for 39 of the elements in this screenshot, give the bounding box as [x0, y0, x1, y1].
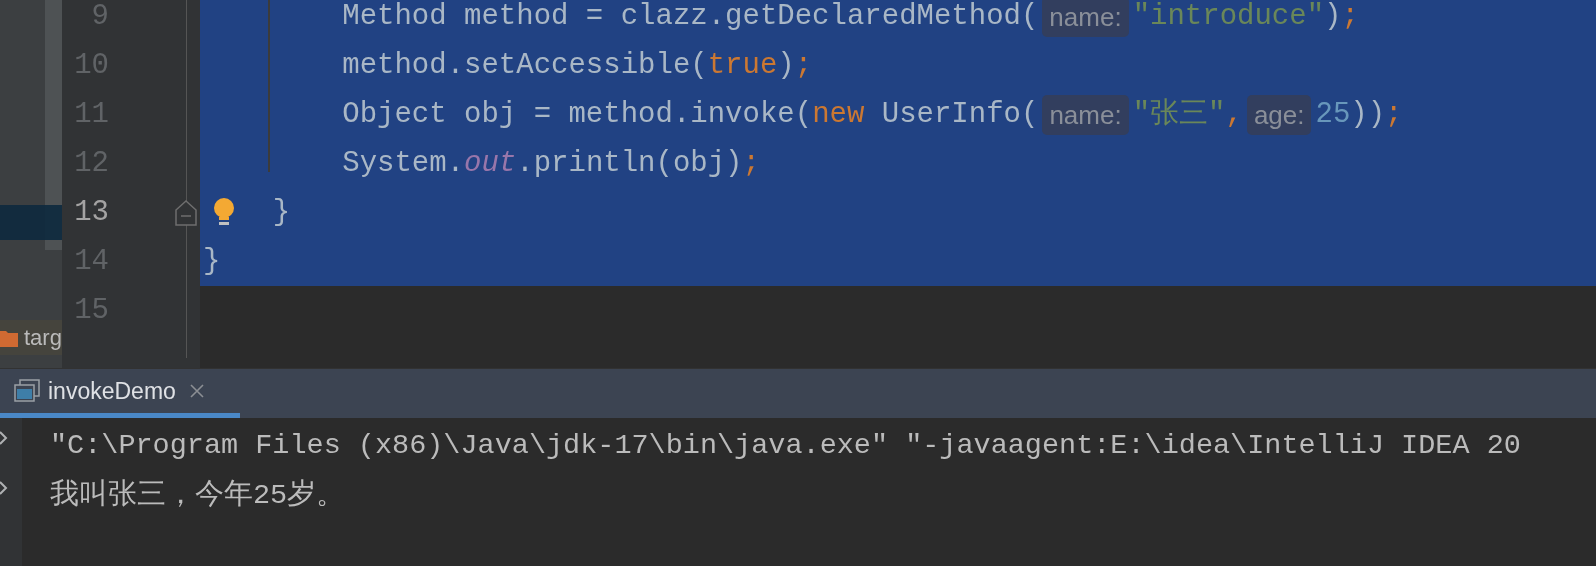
code-text: ;	[1341, 0, 1359, 35]
code-text: out	[464, 145, 517, 182]
code-text: method.setAccessible(	[342, 47, 708, 84]
code-text: true	[707, 47, 778, 84]
tab-label: invokeDemo	[48, 376, 176, 406]
tree-item-label: targ	[24, 324, 62, 352]
console-icon	[14, 379, 40, 403]
code-text: "张三"	[1132, 96, 1226, 133]
folder-icon	[0, 328, 18, 347]
code-text: System.	[342, 145, 465, 182]
tool-tab[interactable]: invokeDemo	[0, 369, 240, 418]
tree-item[interactable]: targ	[0, 320, 62, 355]
toolbar-icon[interactable]	[0, 480, 8, 496]
code-text: )	[1324, 0, 1342, 35]
toolbar-icon[interactable]	[0, 430, 8, 446]
lightbulb-icon[interactable]	[212, 197, 236, 227]
line-number: 13	[73, 195, 109, 231]
code-text: )	[777, 47, 795, 84]
code-text: ;	[794, 47, 813, 84]
code-text: 25	[1315, 96, 1351, 133]
code-text: "introduce"	[1132, 0, 1325, 35]
fold-icon[interactable]	[174, 200, 198, 226]
code-text: ;	[742, 145, 760, 182]
code-text: ))	[1350, 96, 1386, 133]
console-output: "C:\Program Files (x86)\Java\jdk-17\bin\java.exe" "-javaagent:E:\idea\IntelliJ IDEA 20	[50, 428, 1522, 464]
code-text: .println(obj)	[516, 145, 743, 182]
code-text: new	[812, 96, 865, 133]
code-text: }	[203, 243, 221, 280]
parameter-hint: name:	[1042, 0, 1129, 37]
parameter-hint: name:	[1042, 94, 1129, 135]
code-text: UserInfo(	[881, 96, 1039, 133]
code-text: Object obj = method.invoke(	[342, 96, 813, 133]
code-text: Method method = clazz.getDeclaredMethod(	[342, 0, 1039, 35]
code-text: ;	[1385, 96, 1403, 133]
close-icon[interactable]	[189, 384, 204, 398]
code-text: ,	[1225, 96, 1243, 133]
parameter-hint: age:	[1246, 94, 1312, 135]
code-text: }	[272, 194, 291, 231]
console-output: 我叫张三，今年25岁。	[50, 478, 347, 514]
